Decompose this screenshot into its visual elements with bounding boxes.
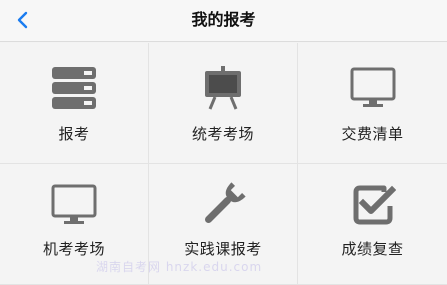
database-stack-icon [49, 63, 99, 113]
menu-item-label: 交费清单 [341, 125, 404, 143]
easel-board-icon [198, 63, 248, 113]
menu-item-computer-exam-room[interactable]: 机考考场 [0, 164, 149, 285]
app-screen: 我的报考 报考 统考考场 交费清单 机考考场 实践课报考 成绩复查 湖南自考网 … [0, 0, 447, 285]
menu-grid: 报考 统考考场 交费清单 机考考场 实践课报考 成绩复查 [0, 43, 447, 285]
menu-item-label: 统考考场 [191, 125, 254, 143]
navigation-bar: 我的报考 [0, 0, 447, 42]
monitor-icon [49, 180, 99, 230]
menu-item-fee-list[interactable]: 交费清单 [298, 43, 447, 164]
checkbox-icon [348, 180, 398, 230]
monitor-icon [348, 63, 398, 113]
menu-item-label: 报考 [58, 125, 90, 143]
wrench-icon [198, 180, 248, 230]
menu-item-unified-exam-room[interactable]: 统考考场 [149, 43, 298, 164]
menu-item-practice-course-register[interactable]: 实践课报考 [149, 164, 298, 285]
page-title: 我的报考 [191, 10, 256, 29]
menu-item-register[interactable]: 报考 [0, 43, 149, 164]
menu-item-label: 机考考场 [42, 240, 105, 258]
menu-item-label: 实践课报考 [184, 240, 262, 258]
menu-item-label: 成绩复查 [341, 240, 404, 258]
menu-item-score-recheck[interactable]: 成绩复查 [298, 164, 447, 285]
